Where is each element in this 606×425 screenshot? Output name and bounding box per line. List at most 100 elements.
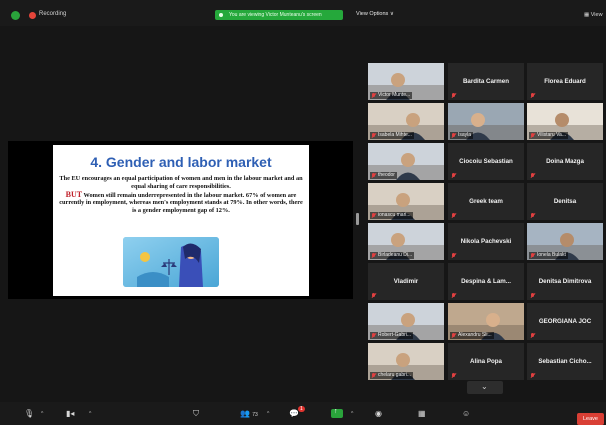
share-options-caret[interactable]: ^: [351, 411, 353, 417]
participants-button[interactable]: 👥 73: [240, 410, 258, 419]
view-options-button[interactable]: View Options ∨: [356, 11, 394, 17]
screen-share-indicator-icon: [219, 13, 223, 17]
slide-paragraph-2: Women still remain underrepresented in t…: [59, 191, 303, 215]
microphone-muted-icon: [371, 333, 376, 338]
microphone-muted-icon: [530, 333, 535, 338]
view-button-label: View: [590, 12, 603, 18]
participant-name: Greek team: [469, 198, 503, 205]
microphone-muted-icon: [451, 293, 456, 298]
participant-tile[interactable]: Nikola Pachevski: [448, 223, 524, 260]
reactions-icon[interactable]: ☺: [462, 410, 470, 418]
participant-tile[interactable]: Florea Eduard: [527, 63, 603, 100]
participant-name: GEORGIANA JOC: [538, 318, 592, 325]
slide-body: The EU encourages an equal participation…: [58, 175, 304, 215]
microphone-muted-icon: [530, 173, 535, 178]
participant-tile[interactable]: Robert-Gabri...: [368, 303, 444, 340]
participant-tile[interactable]: Denitsa: [527, 183, 603, 220]
microphone-muted-icon: [451, 213, 456, 218]
microphone-muted-icon: [530, 373, 535, 378]
view-button[interactable]: ▦ View: [584, 12, 603, 18]
security-icon[interactable]: ⛉: [193, 410, 199, 418]
chat-icon[interactable]: 💬: [289, 410, 299, 418]
gallery-next-page-button[interactable]: ⌄: [467, 381, 503, 394]
grid-view-icon: ▦: [584, 12, 590, 18]
participant-tile[interactable]: theodor: [368, 143, 444, 180]
participant-tile[interactable]: Ciocoiu Sebastian: [448, 143, 524, 180]
shared-screen[interactable]: 4. Gender and labor market The EU encour…: [8, 141, 353, 299]
participant-name: Vladimir: [393, 278, 419, 285]
participant-tile[interactable]: Doina Mazga: [527, 143, 603, 180]
microphone-muted-icon: [451, 373, 456, 378]
participant-tile[interactable]: ionascu mari...: [368, 183, 444, 220]
participant-tile[interactable]: Alexandru Sli...: [448, 303, 524, 340]
microphone-muted-icon: [451, 93, 456, 98]
chat-unread-badge: 1: [298, 406, 305, 412]
participant-name: Denitsa: [553, 198, 577, 205]
microphone-muted-icon[interactable]: 🎙: [24, 410, 34, 418]
viewing-screen-banner: You are viewing Victor Munteanu's screen: [215, 10, 343, 20]
participant-name: Ciocoiu Sebastian: [459, 158, 513, 165]
microphone-muted-icon: [451, 133, 456, 138]
participant-tile[interactable]: Ionela Bulakt: [527, 223, 603, 260]
microphone-muted-icon: [451, 173, 456, 178]
sun-icon: [140, 252, 150, 262]
microphone-muted-icon: [530, 213, 535, 218]
video-options-caret[interactable]: ^: [89, 411, 91, 417]
chevron-down-icon: ⌄: [481, 382, 488, 391]
record-icon: [29, 12, 36, 19]
video-off-icon[interactable]: ▮◂: [66, 410, 74, 418]
participant-tile[interactable]: Sebastian Cicho...: [527, 343, 603, 380]
split-view-divider-handle[interactable]: [356, 213, 359, 225]
microphone-muted-icon: [530, 133, 535, 138]
slide-title: 4. Gender and labor market: [90, 154, 272, 170]
top-bar: Recording You are viewing Victor Muntean…: [0, 0, 606, 26]
microphone-muted-icon: [530, 253, 535, 258]
microphone-muted-icon: [371, 253, 376, 258]
presentation-slide: 4. Gender and labor market The EU encour…: [53, 145, 309, 296]
participant-tile[interactable]: Victor Munte...: [368, 63, 444, 100]
participant-name: Bardita Carmen: [462, 78, 510, 85]
participant-tile[interactable]: Vilistaru Va...: [527, 103, 603, 140]
microphone-muted-icon: [371, 213, 376, 218]
microphone-muted-icon: [530, 93, 535, 98]
participants-options-caret[interactable]: ^: [267, 411, 269, 417]
slide-but-emphasis: BUT: [65, 189, 83, 199]
meeting-toolbar: 🎙 ^ ▮◂ ^ ⛉ 👥 73 ^ 💬 1 ^ ◉ ▦ ☺: [0, 402, 606, 425]
participant-tile[interactable]: chelaru gabri...: [368, 343, 444, 380]
participant-tile[interactable]: Vladimir: [368, 263, 444, 300]
recording-label: Recording: [39, 11, 67, 17]
microphone-muted-icon: [371, 133, 376, 138]
participant-tile[interactable]: Despina & Lam...: [448, 263, 524, 300]
participant-name: Nikola Pachevski: [460, 238, 512, 245]
microphone-muted-icon: [371, 93, 376, 98]
participant-name: Despina & Lam...: [461, 278, 511, 285]
participant-name: Denitsa Dimitrova: [538, 278, 592, 285]
microphone-muted-icon: [371, 173, 376, 178]
viewing-banner-text: You are viewing Victor Munteanu's screen: [229, 12, 322, 18]
participant-name: Florea Eduard: [544, 78, 586, 85]
microphone-muted-icon: [371, 373, 376, 378]
participant-tile[interactable]: GEORGIANA JOC: [527, 303, 603, 340]
microphone-muted-icon: [451, 253, 456, 258]
share-screen-icon[interactable]: [331, 408, 343, 418]
participant-tile[interactable]: Bardita Carmen: [448, 63, 524, 100]
shield-icon[interactable]: [11, 11, 20, 20]
participant-tile[interactable]: Birladeanu Di...: [368, 223, 444, 260]
breakout-rooms-icon[interactable]: ▦: [418, 410, 426, 418]
participant-name: Alina Popa: [470, 358, 502, 365]
microphone-muted-icon: [530, 293, 535, 298]
participant-name: Sebastian Cicho...: [538, 358, 592, 365]
participant-tile[interactable]: Denitsa Dimitrova: [527, 263, 603, 300]
participant-tile[interactable]: Alina Popa: [448, 343, 524, 380]
participant-tile[interactable]: Greek team: [448, 183, 524, 220]
audio-options-caret[interactable]: ^: [41, 411, 43, 417]
participant-tile[interactable]: Isayla: [448, 103, 524, 140]
leave-button[interactable]: Leave: [577, 413, 604, 425]
microphone-muted-icon: [371, 293, 376, 298]
gender-equality-illustration: [123, 237, 219, 287]
participant-tile[interactable]: Isabela Mihte...: [368, 103, 444, 140]
slide-paragraph-1: The EU encourages an equal participation…: [59, 175, 303, 190]
participant-name: Doina Mazga: [546, 158, 584, 165]
participants-count: 73: [252, 412, 258, 418]
record-icon[interactable]: ◉: [375, 410, 382, 418]
